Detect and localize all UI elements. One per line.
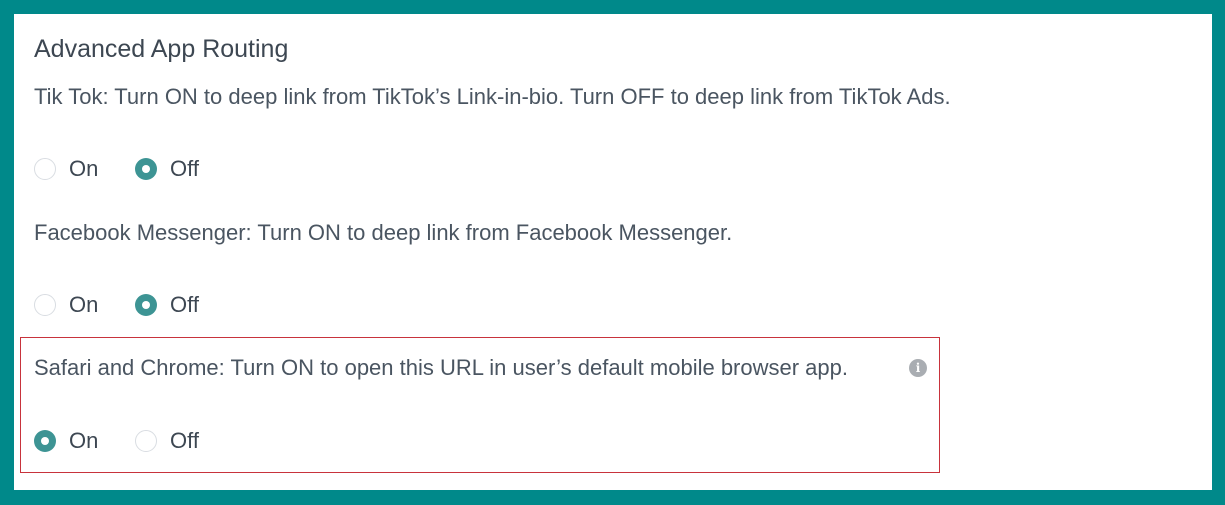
facebook-messenger-on-radio[interactable] — [34, 294, 56, 316]
tiktok-on-radio[interactable] — [34, 158, 56, 180]
facebook-messenger-off-radio[interactable] — [135, 294, 157, 316]
tiktok-off-label[interactable]: Off — [170, 154, 199, 184]
tiktok-off-option[interactable]: Off — [135, 154, 199, 184]
safari-chrome-description: Safari and Chrome: Turn ON to open this … — [34, 355, 848, 380]
safari-chrome-off-label[interactable]: Off — [170, 426, 199, 456]
tiktok-on-label[interactable]: On — [69, 154, 98, 184]
tiktok-on-option[interactable]: On — [34, 154, 98, 184]
advanced-app-routing-panel: Advanced App Routing Tik Tok: Turn ON to… — [14, 14, 1212, 490]
facebook-messenger-on-option[interactable]: On — [34, 290, 98, 320]
safari-chrome-on-option[interactable]: On — [34, 426, 98, 456]
safari-chrome-on-label[interactable]: On — [69, 426, 98, 456]
info-icon[interactable]: i — [909, 359, 927, 377]
tiktok-off-radio[interactable] — [135, 158, 157, 180]
safari-chrome-off-option[interactable]: Off — [135, 426, 199, 456]
facebook-messenger-off-option[interactable]: Off — [135, 290, 199, 320]
facebook-messenger-on-label[interactable]: On — [69, 290, 98, 320]
tiktok-description: Tik Tok: Turn ON to deep link from TikTo… — [34, 84, 951, 109]
section-title: Advanced App Routing — [34, 35, 289, 63]
facebook-messenger-description: Facebook Messenger: Turn ON to deep link… — [34, 220, 733, 245]
safari-chrome-on-radio[interactable] — [34, 430, 56, 452]
facebook-messenger-off-label[interactable]: Off — [170, 290, 199, 320]
safari-chrome-off-radio[interactable] — [135, 430, 157, 452]
